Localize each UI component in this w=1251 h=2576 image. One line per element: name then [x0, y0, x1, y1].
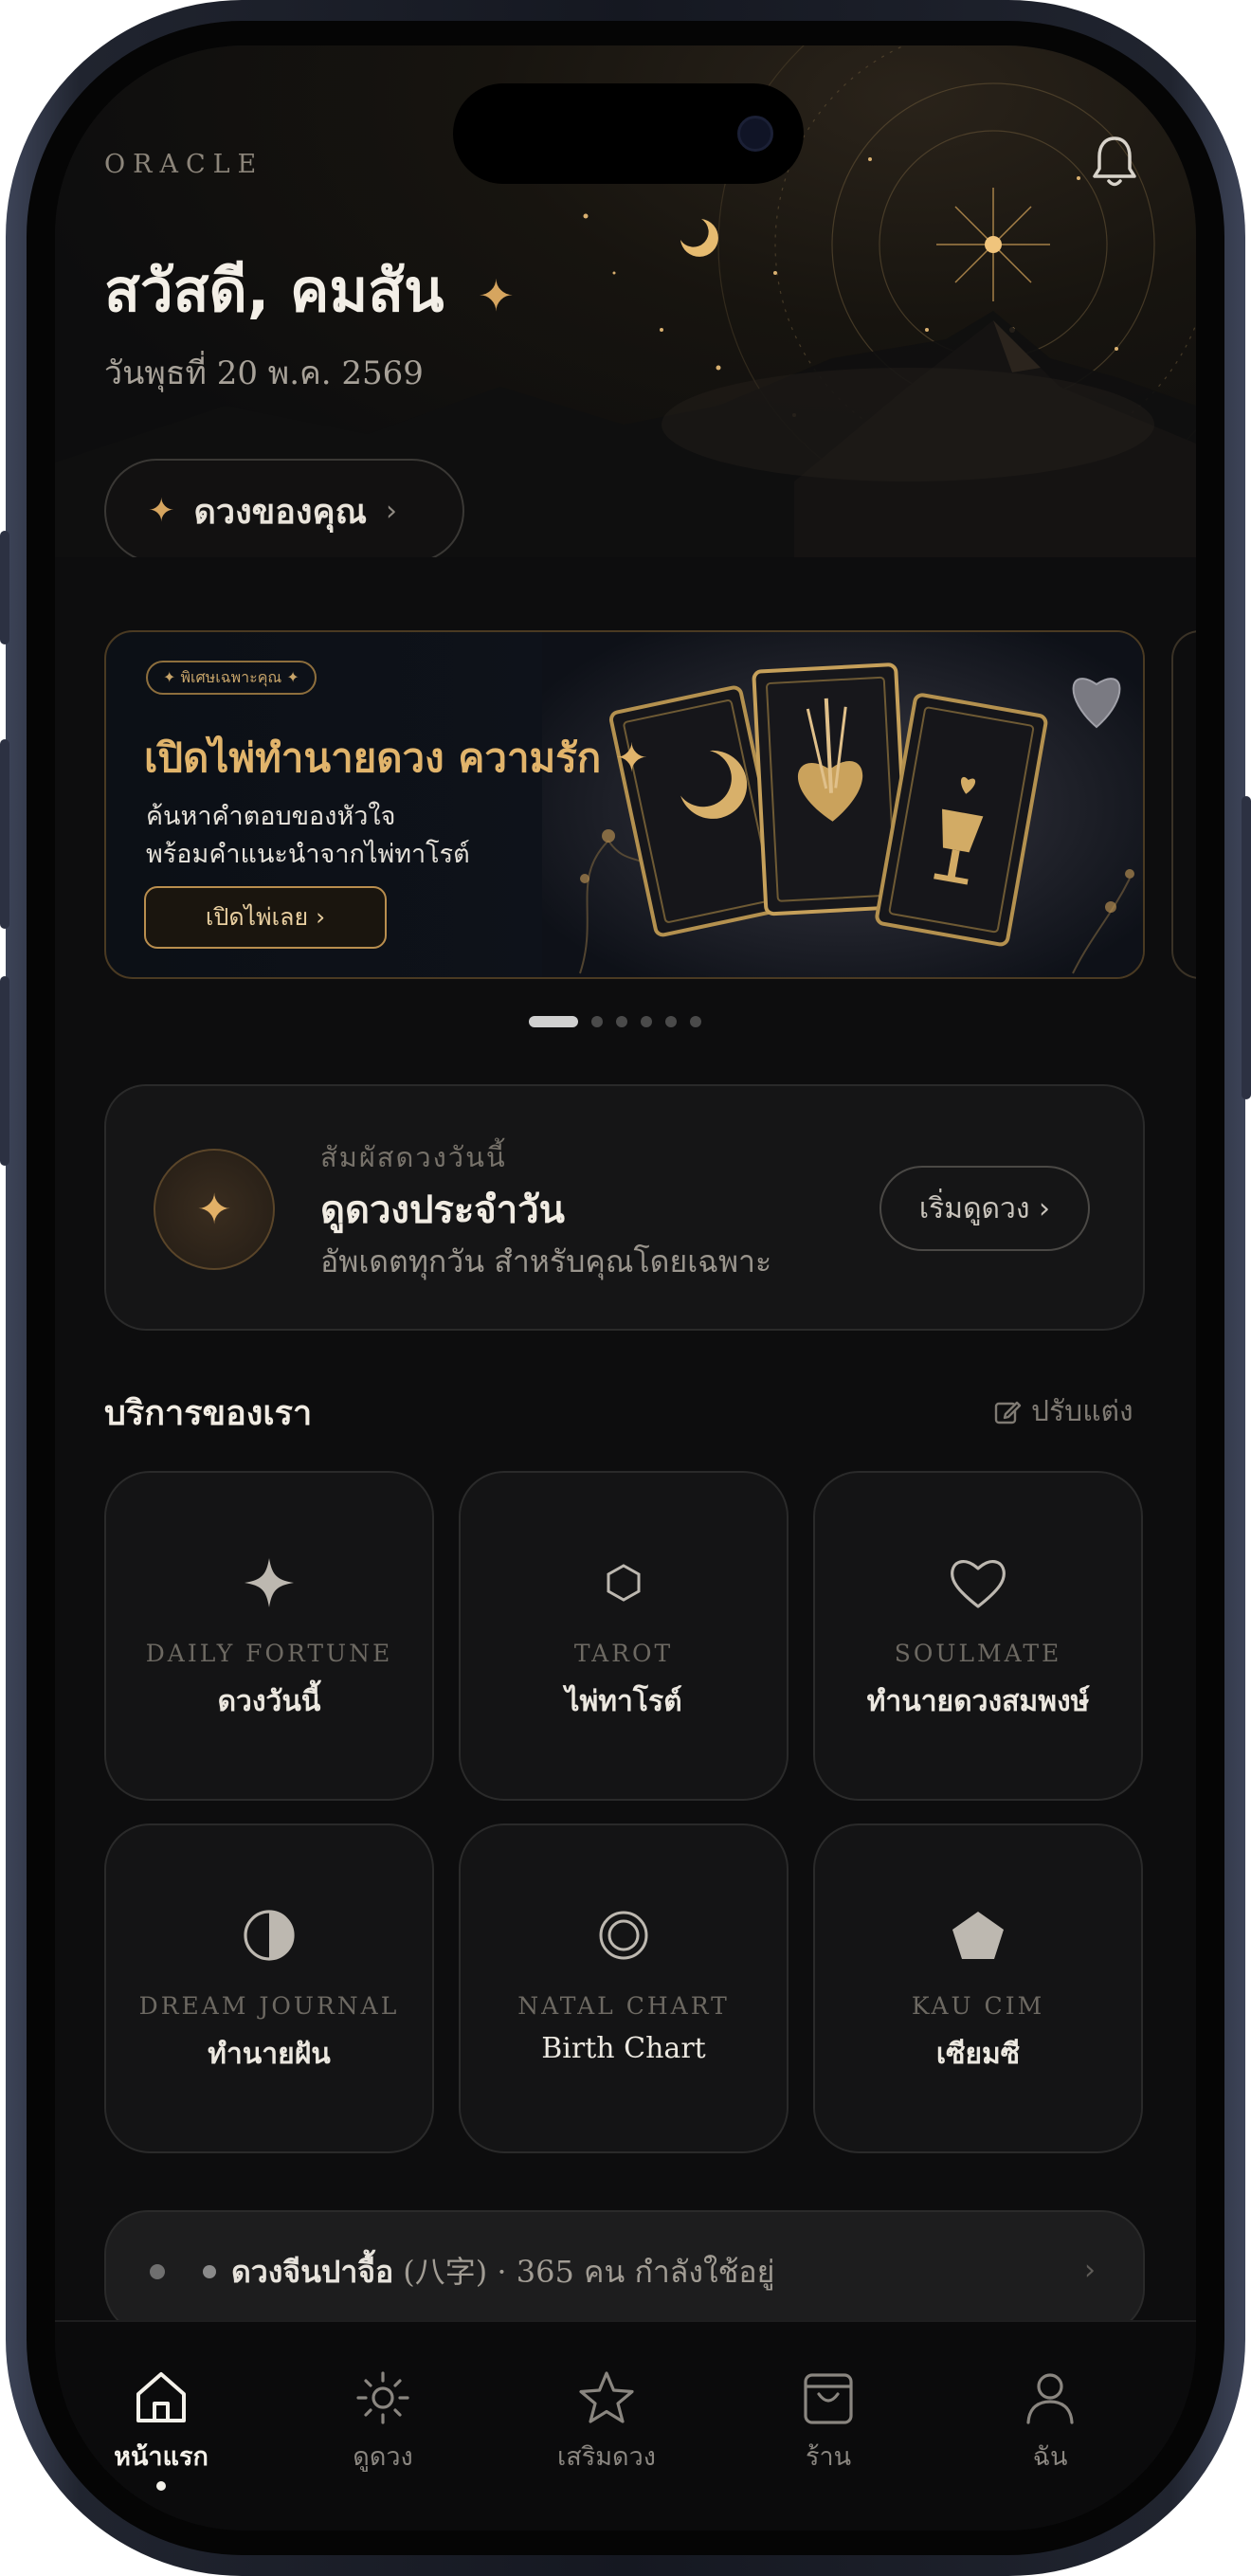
service-tile-kau-cim[interactable]: KAU CIM เซียมซี	[813, 1823, 1143, 2153]
tab-fortune[interactable]: ดูดวง	[307, 2349, 459, 2500]
home-icon	[85, 2369, 237, 2426]
shopping-bag-icon	[752, 2369, 904, 2426]
banner-subtitle-line1: ค้นหาคำตอบของหัวใจ	[146, 802, 396, 831]
chevron-right-icon: ›	[1084, 2254, 1096, 2287]
service-tile-natal-chart[interactable]: NATAL CHART Birth Chart	[459, 1823, 789, 2153]
carousel-pagination	[529, 1016, 701, 1027]
your-horoscope-label: ดวงของคุณ	[193, 492, 367, 532]
tab-label: หน้าแรก	[114, 2442, 208, 2472]
next-banner-peek[interactable]	[1171, 630, 1196, 979]
star-icon	[531, 2369, 682, 2426]
tab-shop[interactable]: ร้าน	[752, 2349, 904, 2500]
tab-label: ร้าน	[805, 2442, 852, 2472]
service-tile-daily-fortune[interactable]: DAILY FORTUNE ดวงวันนี้	[104, 1471, 434, 1801]
service-thai-label: ดวงวันนี้	[217, 1685, 321, 1718]
announcement-detail: (八字) · 365 คน กำลังใช้อยู่	[403, 2253, 775, 2290]
start-reading-button[interactable]: เริ่มดูดวง ›	[879, 1166, 1090, 1251]
user-icon	[974, 2369, 1126, 2426]
your-horoscope-button[interactable]: ✦ ดวงของคุณ ›	[104, 459, 464, 557]
sparkle-icon: ✦	[478, 270, 515, 321]
carousel-dot[interactable]	[616, 1016, 627, 1027]
action-button	[0, 531, 9, 644]
daily-description: อัพเดตทุกวัน สำหรับคุณโดยเฉพาะ	[320, 1243, 772, 1279]
service-english-label: TAROT	[573, 1640, 674, 1667]
special-badge: ✦ พิเศษเฉพาะคุณ ✦	[146, 661, 317, 695]
tab-label: ดูดวง	[353, 2442, 413, 2472]
concentric-circle-icon	[461, 1905, 787, 1966]
volume-down-button	[0, 976, 9, 1166]
tab-boost-luck[interactable]: เสริมดวง	[531, 2349, 682, 2500]
sparkle-icon: ✦	[154, 1149, 275, 1270]
services-title: บริการของเรา	[104, 1394, 313, 1433]
tab-profile[interactable]: ฉัน	[974, 2349, 1126, 2500]
daily-horoscope-card[interactable]: ✦ สัมผัสดวงวันนี้ ดูดวงประจำวัน อัพเดตทุ…	[104, 1084, 1145, 1331]
app-screen: ORACLE สวัสดี, คมสัน ✦ วันพุธที่ 20 พ.ค.…	[55, 45, 1196, 2531]
greeting: สวัสดี, คมสัน ✦	[104, 245, 515, 337]
carousel-dot[interactable]	[529, 1016, 578, 1027]
service-english-label: DAILY FORTUNE	[145, 1640, 393, 1667]
banner-subtitle-line2: พร้อมคำแนะนำจากไพ่ทาโรต์	[146, 840, 470, 869]
service-thai-label: ไพ่ทาโรต์	[565, 1685, 682, 1718]
volume-up-button	[0, 739, 9, 929]
service-english-label: DREAM JOURNAL	[138, 1992, 400, 2020]
service-english-label: NATAL CHART	[517, 1992, 730, 2020]
announcement-title: ดวงจีนปาจื้อ	[231, 2253, 394, 2290]
open-cards-button[interactable]: เปิดไพ่เลย ›	[144, 886, 387, 949]
chevron-right-icon: ›	[385, 494, 397, 528]
half-moon-icon	[106, 1905, 432, 1966]
live-dot-icon	[150, 2264, 165, 2279]
service-tile-tarot[interactable]: TAROT ไพ่ทาโรต์	[459, 1471, 789, 1801]
tab-label: เสริมดวง	[557, 2442, 656, 2472]
customize-button[interactable]: ปรับแต่ง	[993, 1389, 1133, 1434]
sun-icon	[307, 2369, 459, 2426]
service-tile-dream-journal[interactable]: DREAM JOURNAL ทำนายฝัน	[104, 1823, 434, 2153]
service-tile-soulmate[interactable]: SOULMATE ทำนายดวงสมพงษ์	[813, 1471, 1143, 1801]
tab-home[interactable]: หน้าแรก	[85, 2349, 237, 2500]
heart-icon	[815, 1552, 1141, 1613]
service-thai-label: Birth Chart	[541, 2032, 706, 2065]
tarot-cards-illustration	[542, 632, 1143, 977]
bottom-tab-bar: หน้าแรก ดูดวง เสริมดวง ร้าน ฉัน	[55, 2320, 1196, 2531]
service-thai-label: ทำนายฝัน	[208, 2038, 331, 2071]
bell-icon[interactable]	[1090, 133, 1139, 190]
carousel-dot[interactable]	[665, 1016, 677, 1027]
bullet-icon	[203, 2265, 216, 2278]
front-camera	[737, 116, 773, 152]
tab-label: ฉัน	[1032, 2442, 1068, 2472]
bazi-announcement[interactable]: ดวงจีนปาจื้อ (八字) · 365 คน กำลังใช้อยู่ …	[104, 2210, 1145, 2333]
daily-kicker: สัมผัสดวงวันนี้	[320, 1141, 507, 1173]
customize-label: ปรับแต่ง	[1031, 1395, 1133, 1428]
greeting-text: สวัสดี, คมสัน	[104, 256, 444, 325]
power-button	[1242, 796, 1251, 1099]
service-thai-label: ทำนายดวงสมพงษ์	[866, 1685, 1090, 1718]
brand-wordmark: ORACLE	[104, 150, 264, 179]
sparkle-icon: ✦	[148, 492, 175, 530]
carousel-dot[interactable]	[591, 1016, 603, 1027]
carousel-dot[interactable]	[690, 1016, 701, 1027]
pentagon-icon	[815, 1905, 1141, 1966]
sparkle-icon	[106, 1552, 432, 1613]
current-date: วันพุธที่ 20 พ.ค. 2569	[104, 354, 424, 392]
hexagon-icon	[461, 1552, 787, 1613]
active-tab-indicator	[156, 2481, 166, 2491]
service-english-label: SOULMATE	[894, 1640, 1062, 1667]
edit-icon	[994, 1401, 1022, 1424]
banner-title: เปิดไพ่ทำนายดวง ความรัก ✦	[144, 735, 649, 781]
hero-header: ORACLE สวัสดี, คมสัน ✦ วันพุธที่ 20 พ.ค.…	[55, 45, 1196, 557]
promo-banner-love-tarot[interactable]: ✦ พิเศษเฉพาะคุณ ✦ เปิดไพ่ทำนายดวง ความรั…	[104, 630, 1145, 979]
service-english-label: KAU CIM	[911, 1992, 1045, 2020]
daily-title: ดูดวงประจำวัน	[320, 1188, 566, 1232]
carousel-dot[interactable]	[641, 1016, 652, 1027]
service-thai-label: เซียมซี	[935, 2038, 1021, 2071]
